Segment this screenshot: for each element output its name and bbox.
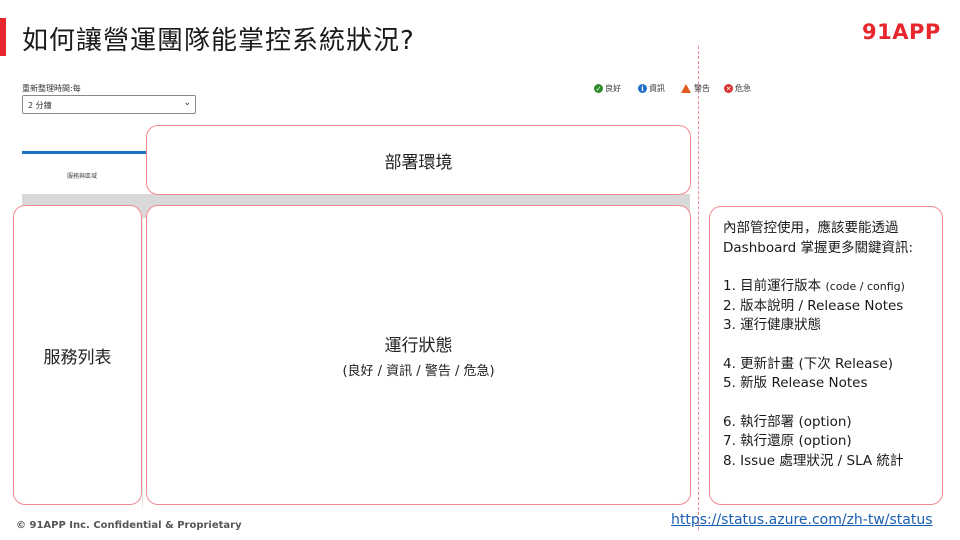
grid-line: [142, 218, 143, 508]
footer-copyright: © 91APP Inc. Confidential & Proprietary: [16, 520, 242, 531]
chevron-down-icon: ⌄: [183, 98, 191, 108]
refresh-interval-value: 2 分鐘: [28, 101, 52, 110]
slide-title: 如何讓營運團隊能掌控系統狀況?: [22, 26, 415, 56]
legend-good-label: 良好: [605, 84, 621, 93]
legend-warning: 警告: [681, 83, 710, 94]
title-accent-bar: [0, 18, 6, 56]
callout-deploy-env: 部署環境: [146, 125, 691, 195]
callout-service-list: 服務列表: [13, 205, 142, 505]
list-item: 3. 運行健康狀態: [723, 317, 822, 333]
notes-intro: 內部管控使用，應該要能透過 Dashboard 掌握更多關鍵資訊:: [723, 220, 914, 256]
list-item: 6. 執行部署 (option): [723, 413, 852, 430]
notes-group-actions: 6. 執行部署 (option) 7. 執行還原 (option) 8. Iss…: [723, 413, 942, 472]
notes-group-next: 4. 更新計畫 (下次 Release) 5. 新版 Release Notes: [723, 355, 942, 394]
refresh-interval-label: 重新整理時間:每: [22, 84, 81, 93]
azure-status-link[interactable]: https://status.azure.com/zh-tw/status: [671, 512, 933, 528]
brand-logo: 91APP: [862, 20, 941, 44]
warning-triangle-icon: [681, 84, 691, 93]
legend-good: ✓ 良好: [594, 83, 621, 94]
list-item: 7. 執行還原 (option): [723, 433, 852, 449]
list-item: 2. 版本說明 / Release Notes: [723, 297, 904, 314]
notes-group-current: 1. 目前運行版本 (code / config) 2. 版本說明 / Rele…: [723, 277, 942, 336]
legend-info: i 資訊: [638, 83, 665, 94]
list-item: 8. Issue 處理狀況 / SLA 統計: [723, 452, 904, 469]
callout-run-status-label: 運行狀態: [384, 336, 453, 356]
divider-dashed: [698, 46, 699, 530]
legend-warning-label: 警告: [694, 84, 710, 93]
callout-run-status-detail: (良好 / 資訊 / 警告 / 危急): [342, 364, 495, 379]
legend-info-label: 資訊: [649, 84, 665, 93]
active-tab-indicator: [22, 151, 146, 154]
info-circle-icon: i: [638, 84, 647, 93]
list-item: 4. 更新計畫 (下次 Release): [723, 355, 894, 372]
callout-service-list-label: 服務列表: [43, 347, 112, 368]
refresh-interval-select[interactable]: 2 分鐘 ⌄: [22, 95, 196, 114]
error-circle-icon: ✕: [724, 84, 733, 93]
notes-panel: 內部管控使用，應該要能透過 Dashboard 掌握更多關鍵資訊: 1. 目前運…: [709, 206, 943, 505]
list-item: 5. 新版 Release Notes: [723, 375, 868, 391]
list-item: 1. 目前運行版本 (code / config): [723, 278, 905, 294]
tab-services-regions[interactable]: 服務與區域: [22, 171, 142, 180]
legend-critical: ✕ 危急: [724, 83, 751, 94]
callout-deploy-env-label: 部署環境: [384, 152, 453, 173]
check-circle-icon: ✓: [594, 84, 603, 93]
callout-run-status: 運行狀態 (良好 / 資訊 / 警告 / 危急): [146, 205, 691, 505]
legend-critical-label: 危急: [735, 84, 751, 93]
